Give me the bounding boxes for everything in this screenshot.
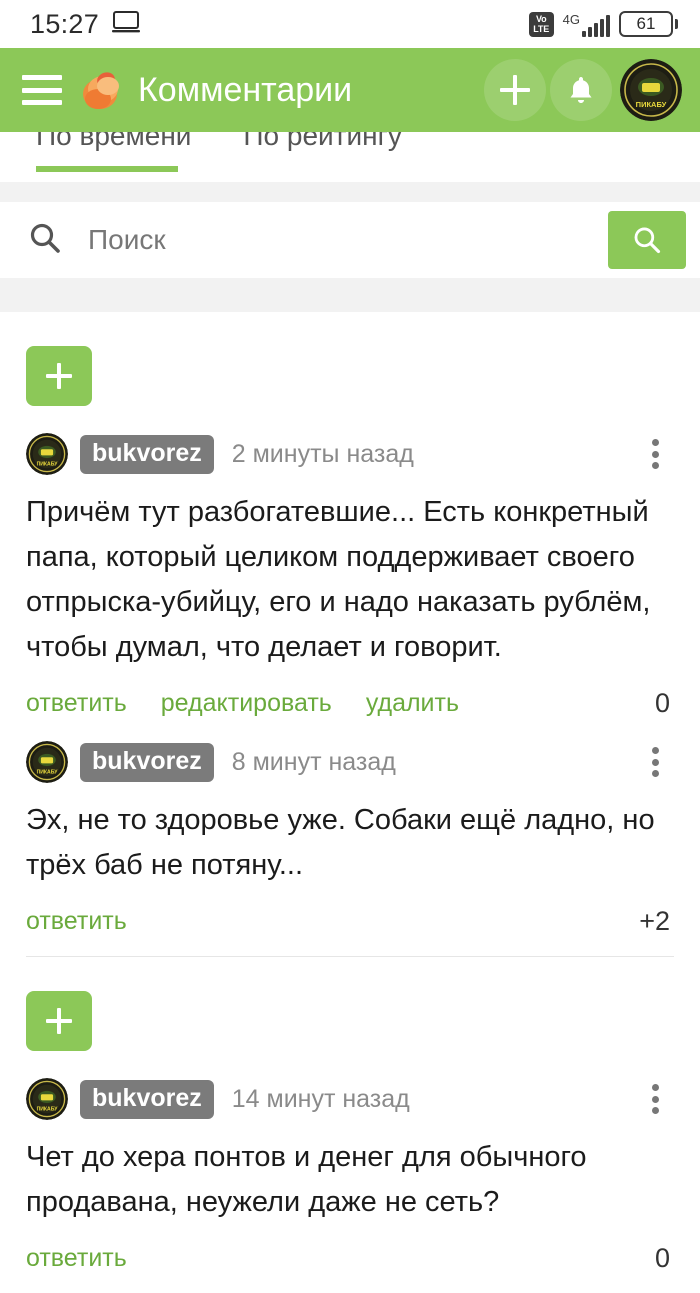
avatar[interactable]: ПИКАБУ bbox=[26, 741, 68, 783]
pikabu-logo-icon bbox=[78, 67, 124, 113]
comment-options-icon[interactable] bbox=[640, 437, 670, 471]
plus-icon bbox=[500, 75, 530, 105]
battery-cap-icon bbox=[675, 19, 678, 29]
search-section bbox=[0, 182, 700, 312]
comment-options-icon[interactable] bbox=[640, 1082, 670, 1116]
avatar[interactable]: ПИКАБУ bbox=[26, 433, 68, 475]
svg-text:ПИКАБУ: ПИКАБУ bbox=[37, 1107, 59, 1113]
user-avatar-icon[interactable]: ПИКАБУ bbox=[620, 59, 682, 121]
battery-indicator: 61 bbox=[619, 11, 678, 37]
volte-bottom-label: LTE bbox=[533, 23, 550, 34]
comment-body: Чет до хера понтов и денег для обычного … bbox=[26, 1141, 587, 1218]
comment-header: ПИКАБУ bukvorez 2 минуты назад bbox=[26, 430, 674, 478]
comment-header: ПИКАБУ bukvorez 8 минут назад bbox=[26, 738, 674, 786]
notifications-button[interactable] bbox=[550, 59, 612, 121]
reply-link[interactable]: ответить bbox=[26, 1244, 127, 1273]
hamburger-menu-icon[interactable] bbox=[22, 75, 62, 105]
comment-body: Эх, не то здоровье уже. Собаки ещё ладно… bbox=[26, 804, 655, 881]
comment-group: ПИКАБУ bukvorez 14 минут назад Чет до хе… bbox=[0, 991, 700, 1293]
laptop-cast-icon bbox=[111, 10, 141, 39]
comment-rating: 0 bbox=[654, 687, 670, 718]
comment-timestamp: 14 минут назад bbox=[231, 1084, 410, 1113]
status-bar-clock: 15:27 bbox=[30, 8, 100, 39]
comment-item: ПИКАБУ bukvorez 14 минут назад Чет до хе… bbox=[26, 1075, 674, 1293]
comments-list: ПИКАБУ bukvorez 2 минуты назад Причём ту… bbox=[0, 312, 700, 1293]
app-header: Комментарии ПИКАБУ bbox=[0, 48, 700, 132]
signal-bars-icon bbox=[582, 14, 610, 37]
bell-icon bbox=[570, 77, 592, 103]
plus-icon bbox=[46, 363, 72, 389]
svg-text:ПИКАБУ: ПИКАБУ bbox=[636, 100, 667, 109]
plus-icon bbox=[46, 1008, 72, 1034]
active-tab-indicator bbox=[36, 166, 178, 172]
network-indicator: 4G bbox=[563, 12, 610, 37]
comment-author[interactable]: bukvorez bbox=[80, 742, 214, 782]
page-title: Комментарии bbox=[138, 70, 353, 109]
reply-link[interactable]: ответить bbox=[26, 907, 127, 936]
comment-body: Причём тут разбогатевшие... Есть конкрет… bbox=[26, 496, 651, 663]
comment-rating: +2 bbox=[639, 905, 670, 936]
comment-group-divider bbox=[26, 956, 674, 957]
delete-link[interactable]: удалить bbox=[366, 689, 459, 718]
comment-actions: ответить 0 bbox=[26, 1229, 674, 1287]
comment-item: ПИКАБУ bukvorez 2 минуты назад Причём ту… bbox=[26, 430, 674, 738]
svg-text:ПИКАБУ: ПИКАБУ bbox=[37, 770, 59, 776]
comment-rating: 0 bbox=[654, 1242, 670, 1273]
comment-author[interactable]: bukvorez bbox=[80, 434, 214, 474]
status-bar-left: 15:27 bbox=[30, 9, 141, 40]
expand-thread-button[interactable] bbox=[26, 991, 92, 1051]
comment-actions: ответить +2 bbox=[26, 892, 674, 950]
edit-link[interactable]: редактировать bbox=[161, 689, 332, 718]
battery-level-label: 61 bbox=[619, 11, 673, 37]
expand-thread-button[interactable] bbox=[26, 346, 92, 406]
search-submit-button[interactable] bbox=[608, 211, 686, 269]
status-bar-right: Vo LTE 4G 61 bbox=[528, 11, 678, 37]
comment-timestamp: 8 минут назад bbox=[231, 747, 396, 776]
comment-actions: ответить редактировать удалить 0 bbox=[26, 674, 674, 732]
comment-item: ПИКАБУ bukvorez 8 минут назад Эх, не то … bbox=[26, 738, 674, 956]
comment-timestamp: 2 минуты назад bbox=[231, 439, 414, 468]
search-icon bbox=[634, 227, 661, 254]
network-type-label: 4G bbox=[562, 11, 580, 27]
search-bar bbox=[0, 202, 700, 278]
comment-group: ПИКАБУ bukvorez 2 минуты назад Причём ту… bbox=[0, 346, 700, 956]
volte-icon: Vo LTE bbox=[528, 11, 554, 37]
reply-link[interactable]: ответить bbox=[26, 689, 127, 718]
comment-options-icon[interactable] bbox=[640, 745, 670, 779]
add-post-button[interactable] bbox=[484, 59, 546, 121]
comment-author[interactable]: bukvorez bbox=[80, 1079, 214, 1119]
search-icon bbox=[28, 221, 62, 260]
status-bar: 15:27 Vo LTE 4G 61 bbox=[0, 0, 700, 48]
volte-top-label: Vo bbox=[535, 13, 547, 24]
comment-header: ПИКАБУ bukvorez 14 минут назад bbox=[26, 1075, 674, 1123]
avatar[interactable]: ПИКАБУ bbox=[26, 1078, 68, 1120]
svg-text:ПИКАБУ: ПИКАБУ bbox=[37, 462, 59, 468]
search-input[interactable] bbox=[88, 224, 608, 256]
